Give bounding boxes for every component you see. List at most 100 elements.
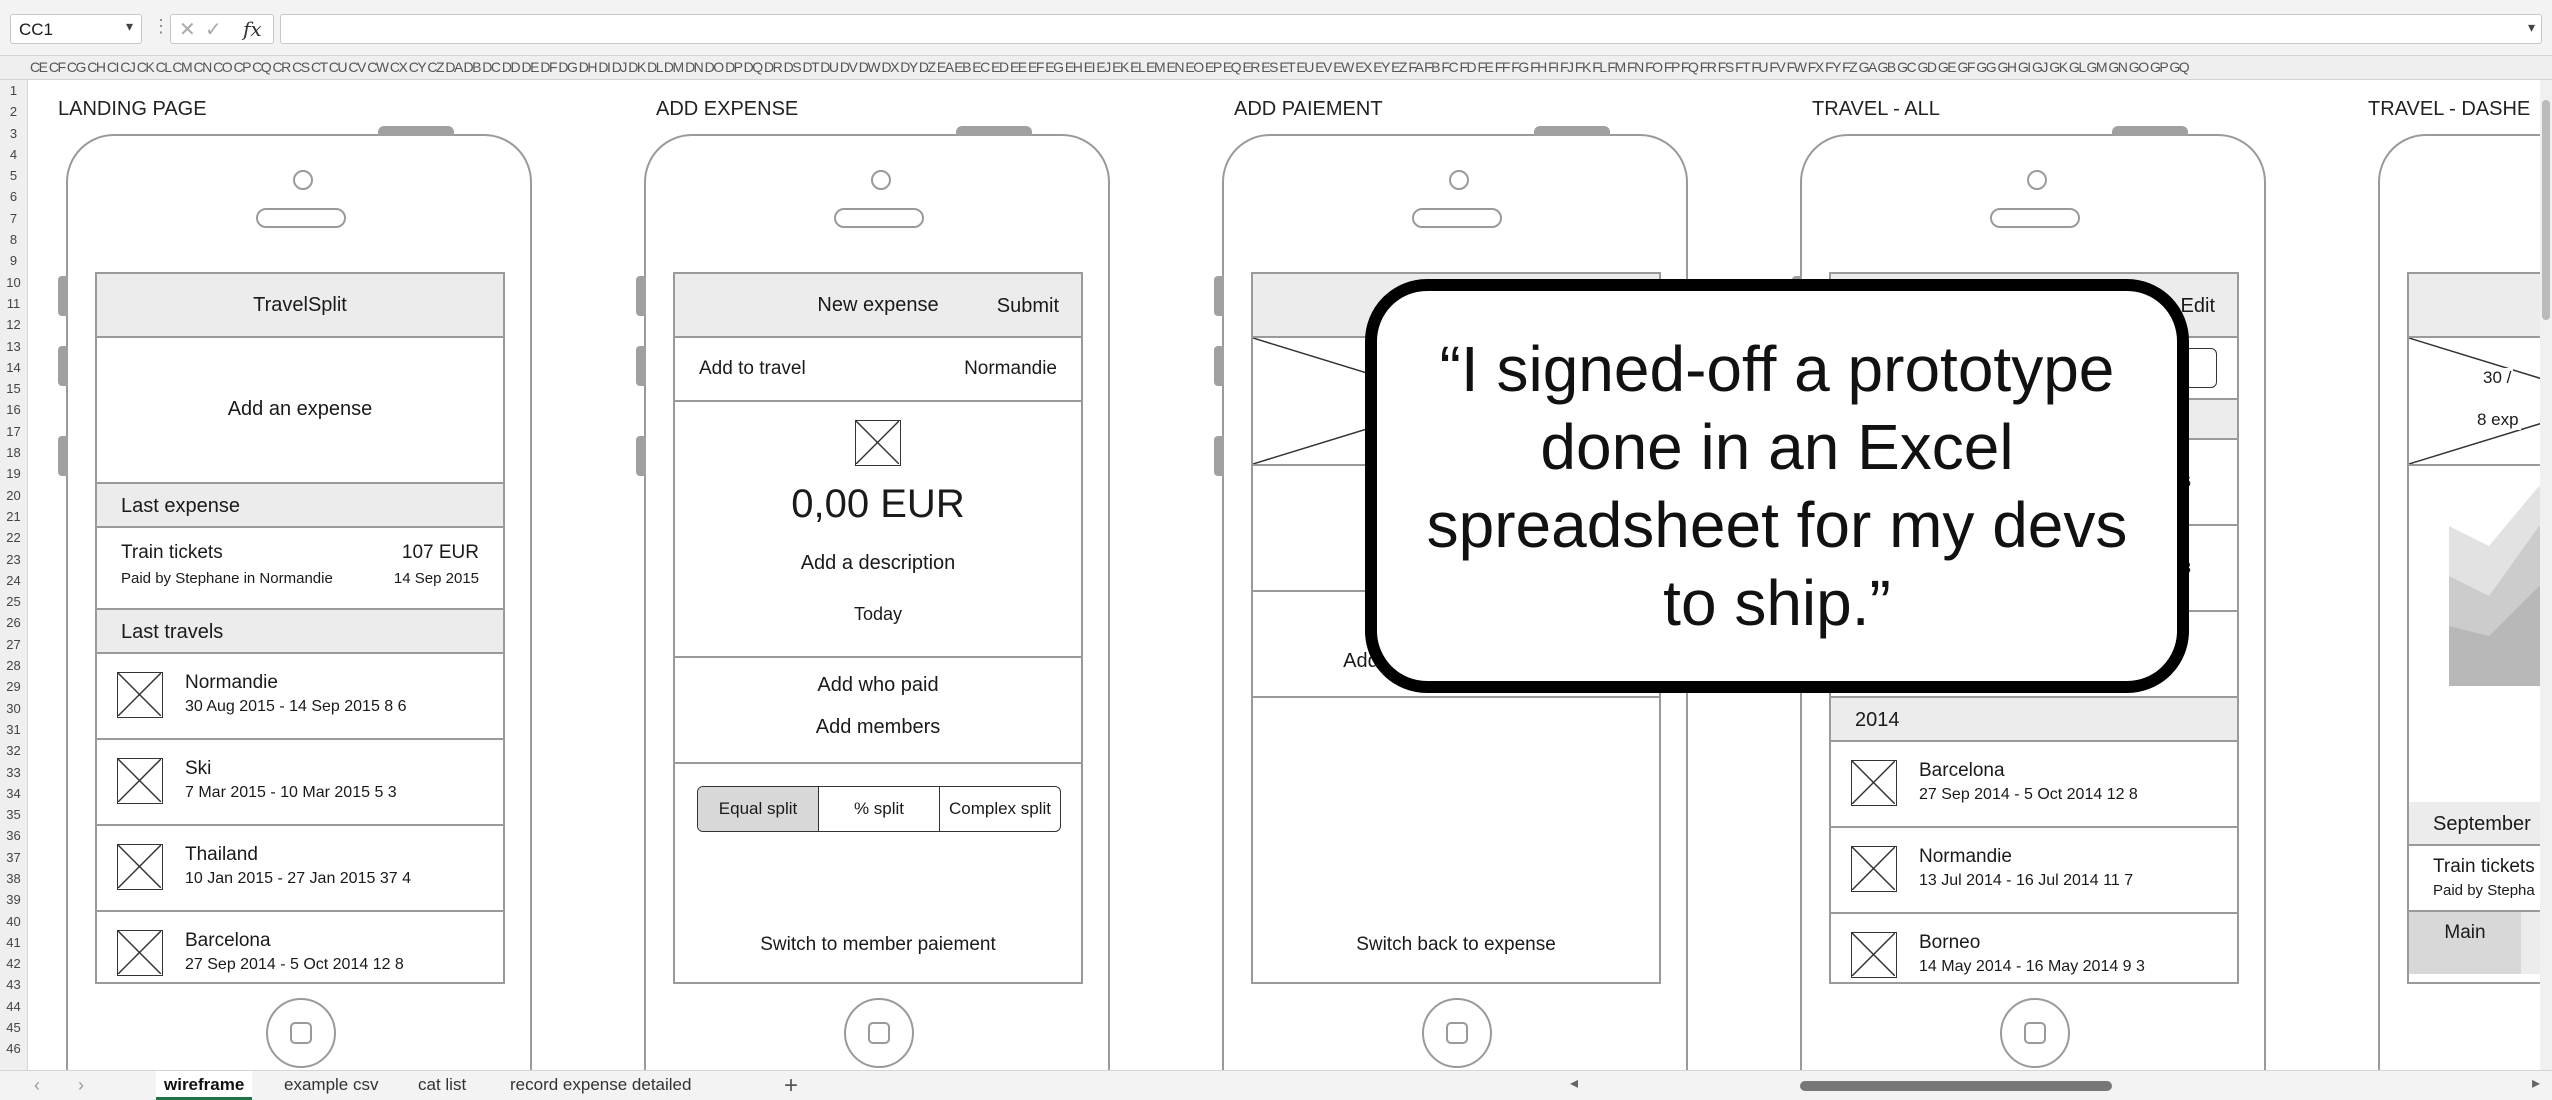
row-number[interactable]: 32 xyxy=(0,740,27,761)
image-placeholder-icon xyxy=(117,758,163,804)
section-header: Last travels xyxy=(97,610,503,654)
row-number[interactable]: 17 xyxy=(0,421,27,442)
row-number[interactable]: 33 xyxy=(0,762,27,783)
enter-icon[interactable]: ✓ xyxy=(205,17,222,42)
speaker-icon xyxy=(834,208,924,228)
add-sheet-button[interactable]: + xyxy=(784,1072,798,1100)
mockup-heading-travel-all: TRAVEL - ALL xyxy=(1812,98,1940,120)
expense-amount: 107 EUR xyxy=(401,542,479,563)
mockup-heading-add-paiement: ADD PAIEMENT xyxy=(1234,98,1383,120)
row-number[interactable]: 4 xyxy=(0,144,27,165)
row-number[interactable]: 1 xyxy=(0,80,27,101)
tab-bar: Main xyxy=(2409,912,2552,974)
column-headers[interactable]: CE CF CG CH CI CJ CK CL CM CN CO CP CQ C… xyxy=(0,56,2552,80)
mockup-heading-landing: LANDING PAGE xyxy=(58,98,207,120)
row-number[interactable]: 16 xyxy=(0,399,27,420)
row-number[interactable]: 23 xyxy=(0,549,27,570)
row-number[interactable]: 3 xyxy=(0,123,27,144)
row-number[interactable]: 6 xyxy=(0,186,27,207)
row-number[interactable]: 19 xyxy=(0,463,27,484)
phone-screen: TravelSplit Add an expense Last expense … xyxy=(95,272,505,984)
row-number[interactable]: 24 xyxy=(0,570,27,591)
row-number[interactable]: 9 xyxy=(0,250,27,271)
row-number[interactable]: 25 xyxy=(0,591,27,612)
row-number[interactable]: 26 xyxy=(0,612,27,633)
mockup-heading-travel-dashboard: TRAVEL - DASHE xyxy=(2368,98,2531,120)
row-number[interactable]: 34 xyxy=(0,783,27,804)
amount: 0,00 EUR xyxy=(791,482,965,526)
row-number[interactable]: 22 xyxy=(0,527,27,548)
travel-row: Thailand 10 Jan 2015 - 27 Jan 2015 37 4 xyxy=(97,826,503,912)
travel-list-2014: Barcelona 27 Sep 2014 - 5 Oct 2014 12 8 No… xyxy=(1831,742,2237,982)
row-number[interactable]: 41 xyxy=(0,932,27,953)
row-headers[interactable]: 1 2 3 4 5 6 7 8 9 10 11 12 13 14 15 16 17 18 19 20 21 22 23 24 2… xyxy=(0,80,28,1070)
dashboard-chart xyxy=(2409,466,2552,802)
row-number[interactable]: 37 xyxy=(0,847,27,868)
row-number[interactable]: 10 xyxy=(0,272,27,293)
row-number[interactable]: 38 xyxy=(0,868,27,889)
row-number[interactable]: 18 xyxy=(0,442,27,463)
speaker-icon xyxy=(1990,208,2080,228)
sheet-tab-bar: ‹ › wireframe example csv cat list recor… xyxy=(0,1070,2552,1100)
row-number[interactable]: 46 xyxy=(0,1038,27,1059)
row-number[interactable]: 45 xyxy=(0,1017,27,1038)
scroll-thumb[interactable] xyxy=(1800,1081,2112,1091)
speaker-icon xyxy=(256,208,346,228)
camera-icon xyxy=(293,170,313,190)
row-number[interactable]: 31 xyxy=(0,719,27,740)
row-number[interactable]: 28 xyxy=(0,655,27,676)
expense-name: Train tickets xyxy=(121,542,223,563)
home-button xyxy=(844,998,914,1068)
insert-function-icon[interactable]: fx xyxy=(243,17,262,41)
travel-list: Normandie 30 Aug 2015 - 14 Sep 2015 8 6 Sk… xyxy=(97,654,503,982)
cancel-icon[interactable]: ✕ xyxy=(179,17,196,42)
scroll-thumb[interactable] xyxy=(2542,100,2550,320)
row-number[interactable]: 29 xyxy=(0,676,27,697)
formula-input[interactable]: ▾ xyxy=(280,14,2542,44)
scroll-left-icon[interactable]: ◂ xyxy=(1570,1073,1578,1093)
row-number[interactable]: 27 xyxy=(0,634,27,655)
row-number[interactable]: 5 xyxy=(0,165,27,186)
worksheet-grid[interactable]: LANDING PAGE TravelSplit Add an expense … xyxy=(28,80,2552,1070)
row-number[interactable]: 7 xyxy=(0,208,27,229)
stat-participants: 30 / xyxy=(2481,368,2514,388)
row-number[interactable]: 36 xyxy=(0,825,27,846)
chevron-down-icon[interactable]: ▾ xyxy=(126,18,133,35)
sheet-tab-cat-list[interactable]: cat list xyxy=(410,1075,474,1095)
row-number[interactable]: 35 xyxy=(0,804,27,825)
more-icon[interactable]: ⋮ xyxy=(152,16,170,37)
prev-sheet-icon[interactable]: ‹ xyxy=(34,1075,40,1096)
sheet-tab-record-expense-detailed[interactable]: record expense detailed xyxy=(502,1075,699,1095)
row-number[interactable]: 8 xyxy=(0,229,27,250)
expand-formula-icon[interactable]: ▾ xyxy=(2528,19,2535,36)
amount-area: 0,00 EUR Add a description Today xyxy=(675,402,1081,658)
row-number[interactable]: 40 xyxy=(0,911,27,932)
row-number[interactable]: 44 xyxy=(0,996,27,1017)
row-number[interactable]: 11 xyxy=(0,293,27,314)
next-sheet-icon[interactable]: › xyxy=(78,1075,84,1096)
row-number[interactable]: 30 xyxy=(0,698,27,719)
phone-side-button xyxy=(1214,346,1224,386)
row-number[interactable]: 15 xyxy=(0,378,27,399)
phone-side-button xyxy=(58,436,68,476)
row-number[interactable]: 20 xyxy=(0,485,27,506)
horizontal-scrollbar[interactable]: ◂ ▸ xyxy=(1560,1075,2540,1093)
scroll-right-icon[interactable]: ▸ xyxy=(2532,1073,2540,1093)
sheet-tab-wireframe[interactable]: wireframe xyxy=(156,1071,253,1100)
row-number[interactable]: 39 xyxy=(0,889,27,910)
row-number[interactable]: 2 xyxy=(0,101,27,122)
row-number[interactable]: 43 xyxy=(0,974,27,995)
row-number[interactable]: 12 xyxy=(0,314,27,335)
participants-area: Add who paid Add members xyxy=(675,658,1081,764)
travel-name: Borneo xyxy=(1919,932,1981,953)
row-number[interactable]: 42 xyxy=(0,953,27,974)
row-number[interactable]: 14 xyxy=(0,357,27,378)
vertical-scrollbar[interactable] xyxy=(2540,80,2552,1070)
area-chart-graphic xyxy=(2449,486,2552,686)
phone-side-button xyxy=(1214,276,1224,316)
sheet-tab-example-csv[interactable]: example csv xyxy=(276,1075,386,1095)
row-number[interactable]: 21 xyxy=(0,506,27,527)
name-box[interactable]: CC1 ▾ xyxy=(10,14,142,44)
row-number[interactable]: 13 xyxy=(0,336,27,357)
travel-meta: 27 Sep 2014 - 5 Oct 2014 12 8 xyxy=(1919,786,2138,803)
